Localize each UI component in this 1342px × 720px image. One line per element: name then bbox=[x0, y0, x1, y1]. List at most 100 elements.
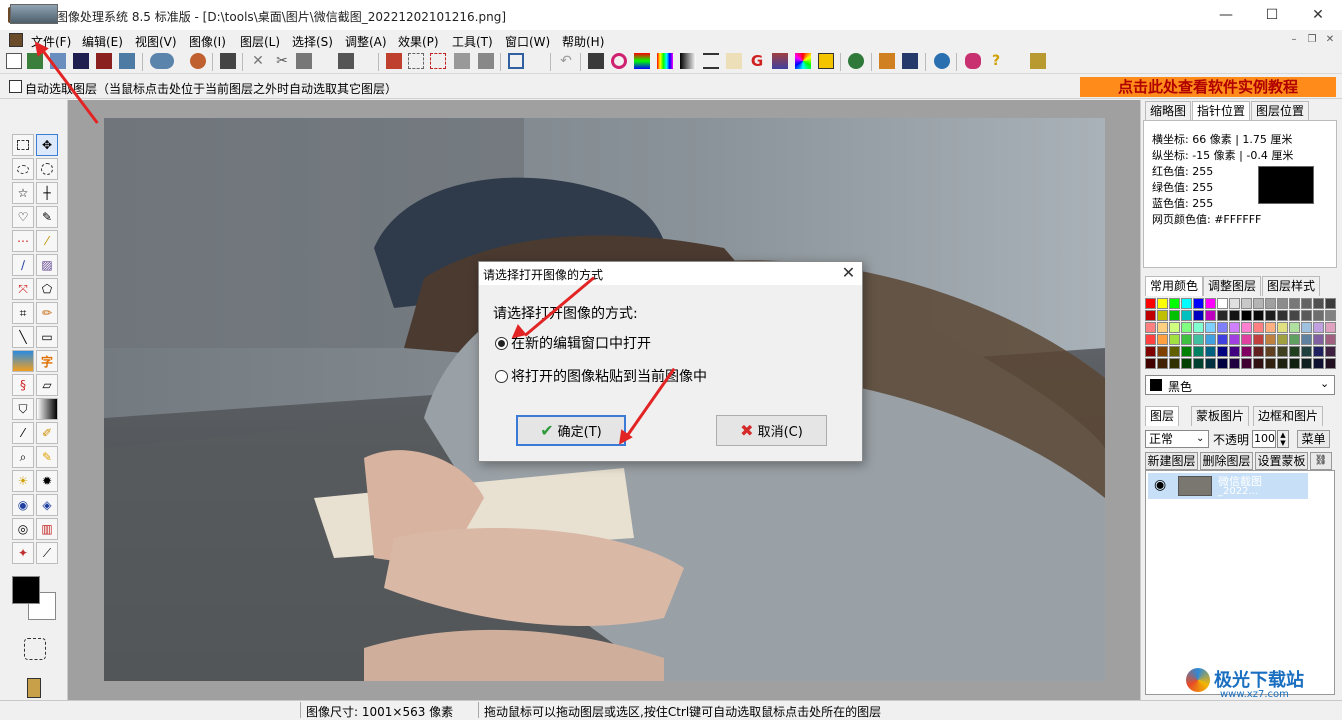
rectangle-tool-icon[interactable]: ▭ bbox=[36, 326, 58, 348]
select-all-icon[interactable] bbox=[408, 53, 424, 69]
minimize-button[interactable]: — bbox=[1203, 0, 1249, 30]
palette-swatch[interactable] bbox=[1157, 322, 1168, 333]
palette-swatch[interactable] bbox=[1313, 310, 1324, 321]
menu-window[interactable]: 窗口(W) bbox=[505, 33, 550, 50]
path-tool-icon[interactable]: ⋯ bbox=[12, 230, 34, 252]
repair-tool-icon[interactable]: ✦ bbox=[12, 542, 34, 564]
export-icon[interactable] bbox=[119, 53, 135, 69]
auto-select-checkbox[interactable] bbox=[9, 80, 22, 93]
palette-swatch[interactable] bbox=[1325, 334, 1336, 345]
palette-swatch[interactable] bbox=[1157, 298, 1168, 309]
palette-swatch[interactable] bbox=[1253, 358, 1264, 369]
palette-swatch[interactable] bbox=[1301, 346, 1312, 357]
palette-swatch[interactable] bbox=[1217, 310, 1228, 321]
palette-swatch[interactable] bbox=[1301, 322, 1312, 333]
webcam-icon[interactable] bbox=[190, 53, 206, 69]
red-eye-tool-icon[interactable]: ◎ bbox=[12, 518, 34, 540]
link-icon[interactable]: ⛓ bbox=[1310, 452, 1332, 470]
line-select-tool-icon[interactable]: ┼ bbox=[36, 182, 58, 204]
close-button[interactable]: ✕ bbox=[1295, 0, 1341, 30]
delete-layer-button[interactable]: 删除图层 bbox=[1200, 452, 1253, 470]
palette-swatch[interactable] bbox=[1169, 346, 1180, 357]
palette-swatch[interactable] bbox=[1169, 358, 1180, 369]
palette-swatch[interactable] bbox=[1169, 322, 1180, 333]
palette-swatch[interactable] bbox=[1277, 298, 1288, 309]
palette-swatch[interactable] bbox=[1181, 358, 1192, 369]
menu-select[interactable]: 选择(S) bbox=[292, 33, 333, 50]
print-icon[interactable] bbox=[220, 53, 236, 69]
palette-swatch[interactable] bbox=[1193, 322, 1204, 333]
brush-select-tool-icon[interactable]: ∕ bbox=[12, 254, 34, 276]
tab-layer-position[interactable]: 图层位置 bbox=[1251, 101, 1310, 121]
palette-swatch[interactable] bbox=[1169, 334, 1180, 345]
palette-swatch[interactable] bbox=[1217, 358, 1228, 369]
palette-swatch[interactable] bbox=[1277, 334, 1288, 345]
rect-select-tool-icon[interactable] bbox=[12, 134, 34, 156]
magic-wand-tool-icon[interactable]: ⁄ bbox=[36, 230, 58, 252]
palette-swatch[interactable] bbox=[1229, 358, 1240, 369]
acquire-icon[interactable] bbox=[150, 53, 174, 69]
color-wheel-icon[interactable] bbox=[611, 53, 627, 69]
tab-layer-style[interactable]: 图层样式 bbox=[1262, 276, 1321, 296]
browser-icon[interactable] bbox=[848, 53, 864, 69]
palette-swatch[interactable] bbox=[1193, 298, 1204, 309]
palette-swatch[interactable] bbox=[1289, 310, 1300, 321]
gradient-icon[interactable] bbox=[680, 53, 696, 69]
perspective-tool-icon[interactable]: ⬠ bbox=[36, 278, 58, 300]
menu-tools[interactable]: 工具(T) bbox=[452, 33, 493, 50]
palette-swatch[interactable] bbox=[1253, 346, 1264, 357]
palette-swatch[interactable] bbox=[1205, 358, 1216, 369]
text-tool-icon[interactable]: 字 bbox=[36, 350, 58, 372]
palette-swatch[interactable] bbox=[1229, 310, 1240, 321]
tab-layers[interactable]: 图层 bbox=[1145, 406, 1180, 426]
mdi-close-button[interactable]: ✕ bbox=[1323, 34, 1337, 46]
palette-swatch[interactable] bbox=[1193, 358, 1204, 369]
palette-swatch[interactable] bbox=[1241, 322, 1252, 333]
palette-swatch[interactable] bbox=[1301, 334, 1312, 345]
save-as-icon[interactable] bbox=[96, 53, 112, 69]
lasso-tool-icon[interactable]: ♡ bbox=[12, 206, 34, 228]
cancel-button[interactable]: ✖ 取消(C) bbox=[716, 415, 827, 446]
color-palette[interactable] bbox=[1145, 298, 1336, 370]
transform-tool-icon[interactable]: ⤧ bbox=[12, 278, 34, 300]
history-icon[interactable] bbox=[879, 53, 895, 69]
screen-mode-icon[interactable] bbox=[27, 678, 41, 698]
highlight-icon[interactable] bbox=[818, 53, 834, 69]
polygon-select-tool-icon[interactable]: ☆ bbox=[12, 182, 34, 204]
ellipse-select-tool-icon[interactable] bbox=[12, 158, 34, 180]
deselect-icon[interactable] bbox=[430, 53, 446, 69]
palette-swatch[interactable] bbox=[1205, 322, 1216, 333]
palette-swatch[interactable] bbox=[1325, 346, 1336, 357]
palette-swatch[interactable] bbox=[1325, 322, 1336, 333]
dialog-close-button[interactable]: ✕ bbox=[835, 262, 862, 285]
palette-swatch[interactable] bbox=[1205, 298, 1216, 309]
undo-icon[interactable]: ↶ bbox=[558, 53, 574, 69]
palette-swatch[interactable] bbox=[1289, 322, 1300, 333]
palette-swatch[interactable] bbox=[1241, 310, 1252, 321]
palette-swatch[interactable] bbox=[1253, 334, 1264, 345]
clone-tool-icon[interactable]: ▥ bbox=[36, 518, 58, 540]
palette-swatch[interactable] bbox=[1193, 346, 1204, 357]
palette-swatch[interactable] bbox=[1265, 346, 1276, 357]
palette-swatch[interactable] bbox=[1193, 334, 1204, 345]
invert-selection-icon[interactable] bbox=[454, 53, 470, 69]
color-select[interactable]: 黑色 ⌄ bbox=[1145, 375, 1335, 395]
tutorial-banner[interactable]: 点击此处查看软件实例教程 bbox=[1080, 77, 1336, 97]
palette-swatch[interactable] bbox=[1241, 298, 1252, 309]
camera-icon[interactable] bbox=[588, 53, 604, 69]
palette-swatch[interactable] bbox=[1241, 346, 1252, 357]
color-balance-icon[interactable] bbox=[634, 53, 650, 69]
smudge-tool-icon[interactable]: ✎ bbox=[36, 446, 58, 468]
palette-swatch[interactable] bbox=[1241, 358, 1252, 369]
copy-icon[interactable] bbox=[296, 53, 312, 69]
mask-mode-icon[interactable] bbox=[24, 638, 46, 660]
palette-swatch[interactable] bbox=[1253, 298, 1264, 309]
palette-swatch[interactable] bbox=[1145, 310, 1156, 321]
palette-swatch[interactable] bbox=[1217, 298, 1228, 309]
zoom-tool-icon[interactable]: ⌕ bbox=[12, 446, 34, 468]
cut-icon[interactable]: ✂ bbox=[274, 53, 290, 69]
palette-swatch[interactable] bbox=[1193, 310, 1204, 321]
layer-menu-button[interactable]: 菜单 bbox=[1297, 430, 1330, 448]
battery-icon[interactable] bbox=[1030, 53, 1046, 69]
palette-swatch[interactable] bbox=[1265, 334, 1276, 345]
